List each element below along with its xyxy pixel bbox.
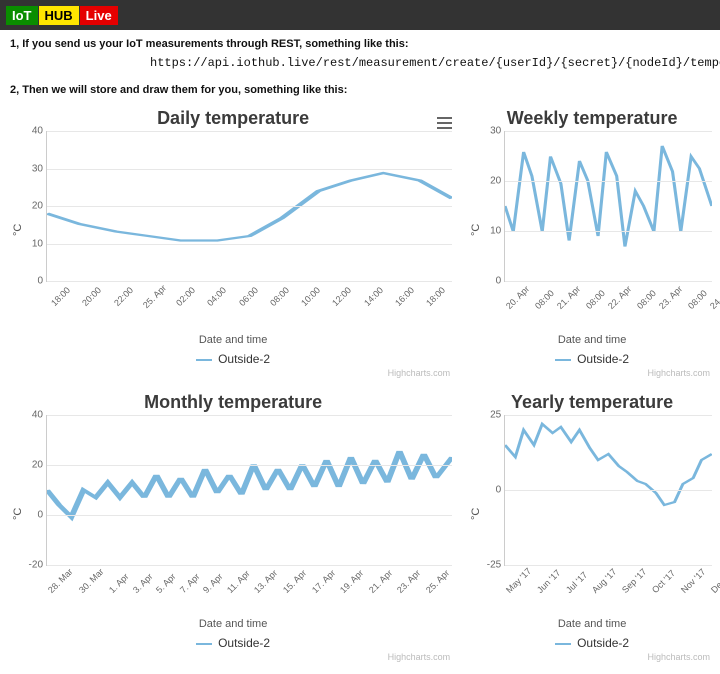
y-tick-label: 20 xyxy=(21,201,43,212)
y-tick-label: 40 xyxy=(21,126,43,137)
grid-line xyxy=(505,490,712,491)
chart-title: Daily temperature xyxy=(10,108,456,129)
chart-title: Weekly temperature xyxy=(468,108,716,129)
chart-weekly: Weekly temperature °C 0102030 20. Apr08:… xyxy=(468,104,720,380)
y-tick-label: 0 xyxy=(479,485,501,496)
grid-line xyxy=(505,415,712,416)
legend-label: Outside-2 xyxy=(218,636,270,650)
chart-credit: Highcharts.com xyxy=(10,368,456,378)
x-axis-label: Date and time xyxy=(468,618,716,630)
legend-swatch xyxy=(196,643,212,645)
legend-swatch xyxy=(555,643,571,645)
legend: Outside-2 xyxy=(10,352,456,366)
x-tick-label: 25. Apr xyxy=(424,568,463,607)
y-tick-label: -25 xyxy=(479,560,501,571)
chart-credit: Highcharts.com xyxy=(468,368,716,378)
legend-swatch xyxy=(196,359,212,361)
y-tick-label: 25 xyxy=(479,410,501,421)
plot-area: -2002040 xyxy=(46,415,452,566)
y-tick-label: 40 xyxy=(21,410,43,421)
grid-line xyxy=(505,565,712,566)
y-tick-label: -20 xyxy=(21,560,43,571)
grid-line xyxy=(505,131,712,132)
x-ticks: 20. Apr08:0021. Apr08:0022. Apr08:0023. … xyxy=(504,282,712,330)
grid-line xyxy=(505,281,712,282)
chart-title: Yearly temperature xyxy=(468,392,716,413)
logo-pill-live: Live xyxy=(80,6,118,25)
grid-line xyxy=(47,515,452,516)
legend-label: Outside-2 xyxy=(577,352,629,366)
legend: Outside-2 xyxy=(468,636,716,650)
grid-line xyxy=(47,565,452,566)
x-ticks: 18:0020:0022:0025. Apr02:0004:0006:0008:… xyxy=(46,282,452,330)
legend-label: Outside-2 xyxy=(218,352,270,366)
series-line xyxy=(47,415,452,565)
x-axis-label: Date and time xyxy=(10,618,456,630)
charts-grid: Daily temperature °C 010203040 18:0020:0… xyxy=(0,104,720,674)
x-ticks: 28. Mar30. Mar1. Apr3. Apr5. Apr7. Apr9.… xyxy=(46,566,452,614)
x-axis-label: Date and time xyxy=(10,334,456,346)
grid-line xyxy=(47,244,452,245)
api-url-example: https://api.iothub.live/rest/measurement… xyxy=(150,56,710,70)
logo-pill-hub: HUB xyxy=(39,6,79,25)
x-tick-label: 18:00 xyxy=(421,282,461,322)
y-tick-label: 0 xyxy=(479,276,501,287)
legend-swatch xyxy=(555,359,571,361)
legend: Outside-2 xyxy=(10,636,456,650)
grid-line xyxy=(47,169,452,170)
grid-line xyxy=(47,415,452,416)
y-tick-label: 30 xyxy=(479,126,501,137)
x-axis-label: Date and time xyxy=(468,334,716,346)
plot-area: 010203040 xyxy=(46,131,452,282)
grid-line xyxy=(47,131,452,132)
chart-daily: Daily temperature °C 010203040 18:0020:0… xyxy=(10,104,460,380)
plot-area: 0102030 xyxy=(504,131,712,282)
intro-line-2: 2, Then we will store and draw them for … xyxy=(10,84,710,96)
y-tick-label: 30 xyxy=(21,163,43,174)
intro-block: 1, If you send us your IoT measurements … xyxy=(0,30,720,104)
series-line xyxy=(505,131,712,281)
logo-pill-iot: IoT xyxy=(6,6,38,25)
chart-credit: Highcharts.com xyxy=(10,652,456,662)
legend: Outside-2 xyxy=(468,352,716,366)
x-tick-label: Dec '17 xyxy=(709,567,720,607)
grid-line xyxy=(47,206,452,207)
y-axis-label: °C xyxy=(12,224,24,236)
y-tick-label: 0 xyxy=(21,510,43,521)
grid-line xyxy=(47,281,452,282)
chart-monthly: Monthly temperature °C -2002040 28. Mar3… xyxy=(10,388,460,664)
y-tick-label: 20 xyxy=(21,460,43,471)
app-header: IoT HUB Live xyxy=(0,0,720,30)
chart-title: Monthly temperature xyxy=(10,392,456,413)
y-tick-label: 0 xyxy=(21,276,43,287)
y-tick-label: 10 xyxy=(21,238,43,249)
plot-area: -25025 xyxy=(504,415,712,566)
y-axis-label: °C xyxy=(470,508,482,520)
hamburger-icon[interactable] xyxy=(437,114,452,132)
y-tick-label: 10 xyxy=(479,226,501,237)
chart-credit: Highcharts.com xyxy=(468,652,716,662)
legend-label: Outside-2 xyxy=(577,636,629,650)
grid-line xyxy=(505,181,712,182)
chart-yearly: Yearly temperature °C -25025 May '17Jun … xyxy=(468,388,720,664)
y-tick-label: 20 xyxy=(479,176,501,187)
grid-line xyxy=(505,231,712,232)
grid-line xyxy=(47,465,452,466)
intro-line-1: 1, If you send us your IoT measurements … xyxy=(10,38,710,50)
x-ticks: May '17Jun '17Jul '17Aug '17Sep '17Oct '… xyxy=(504,566,712,614)
